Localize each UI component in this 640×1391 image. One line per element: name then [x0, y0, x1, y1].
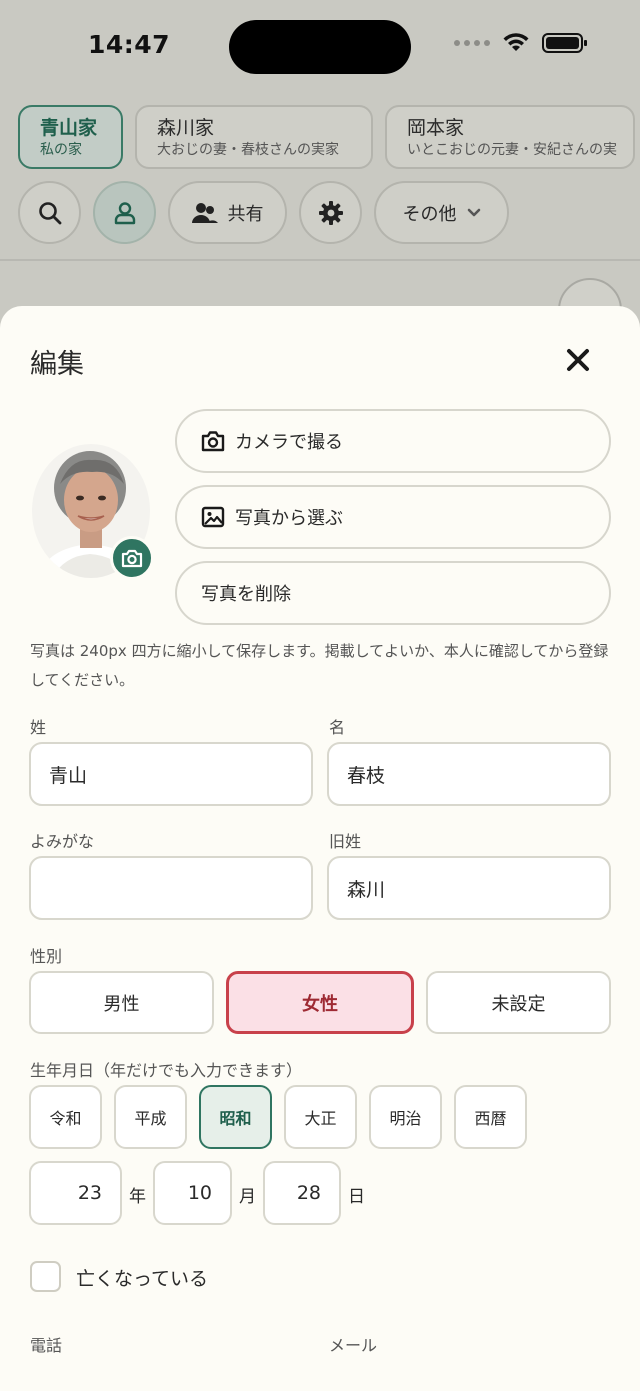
close-button[interactable] [560, 342, 596, 378]
family-tab-okamoto[interactable]: 岡本家 いとこおじの元妻・安紀さんの実 [385, 105, 635, 169]
family-tabs: 青山家 私の家 森川家 大おじの妻・春枝さんの実家 岡本家 いとこおじの元妻・安… [18, 105, 635, 169]
birth-month-input[interactable]: 10 [153, 1161, 232, 1225]
battery-icon [542, 33, 587, 53]
close-icon [567, 349, 589, 371]
family-tab-subtitle: 私の家 [40, 142, 82, 158]
share-people-icon [191, 202, 218, 223]
share-button[interactable]: 共有 [168, 181, 287, 244]
family-tab-morikawa[interactable]: 森川家 大おじの妻・春枝さんの実家 [135, 105, 373, 169]
image-icon [201, 506, 225, 528]
more-button[interactable]: その他 [374, 181, 509, 244]
cellular-signal-icon [454, 40, 490, 46]
status-time: 14:47 [88, 30, 171, 59]
gender-unset-button[interactable]: 未設定 [426, 971, 611, 1034]
take-photo-button[interactable]: カメラで撮る [175, 409, 611, 473]
toolbar: 共有 その他 [18, 181, 509, 244]
era-heisei-button[interactable]: 平成 [114, 1085, 187, 1149]
family-tab-subtitle: いとこおじの元妻・安紀さんの実 [407, 142, 617, 158]
era-reiwa-button[interactable]: 令和 [29, 1085, 102, 1149]
family-tab-aoyama[interactable]: 青山家 私の家 [18, 105, 123, 169]
choose-photo-label: 写真から選ぶ [235, 508, 343, 529]
email-label: メール [329, 1336, 378, 1355]
gender-label: 性別 [30, 947, 63, 966]
chevron-down-icon [467, 208, 480, 216]
photo-note: 写真は 240px 四方に縮小して保存します。掲載してよいか、本人に確認してから… [30, 642, 609, 689]
choose-photo-button[interactable]: 写真から選ぶ [175, 485, 611, 549]
era-showa-button[interactable]: 昭和 [199, 1085, 272, 1149]
person-icon [114, 201, 135, 224]
delete-photo-label: 写真を削除 [201, 584, 291, 605]
delete-photo-button[interactable]: 写真を削除 [175, 561, 611, 625]
deceased-checkbox[interactable] [30, 1261, 61, 1292]
era-meiji-button[interactable]: 明治 [369, 1085, 442, 1149]
wifi-icon [503, 33, 529, 51]
birth-day-input[interactable]: 28 [263, 1161, 341, 1225]
reading-label: よみがな [30, 832, 95, 851]
search-button[interactable] [18, 181, 81, 244]
era-taisho-button[interactable]: 大正 [284, 1085, 357, 1149]
last-name-label: 姓 [30, 718, 47, 737]
avatar-wrapper[interactable] [32, 444, 154, 580]
take-photo-label: カメラで撮る [235, 432, 343, 453]
more-label: その他 [402, 203, 457, 225]
status-bar: 14:47 [0, 0, 640, 90]
avatar-camera-badge[interactable] [110, 536, 154, 580]
share-label: 共有 [227, 203, 264, 225]
family-tab-name: 森川家 [157, 117, 215, 139]
sheet-title: 編集 [30, 349, 84, 380]
family-tab-subtitle: 大おじの妻・春枝さんの実家 [157, 142, 339, 158]
family-tab-name: 青山家 [40, 117, 98, 139]
edit-sheet: 編集 カメラで撮る 写真から選ぶ 写真を削除 写真は 240px 四方に縮小して… [0, 306, 640, 1391]
last-name-input[interactable] [29, 742, 313, 806]
birth-year-input[interactable]: 23 [29, 1161, 122, 1225]
camera-icon [201, 431, 225, 452]
maiden-name-label: 旧姓 [329, 832, 362, 851]
toolbar-divider [0, 259, 640, 261]
month-unit-label: 月 [239, 1187, 256, 1207]
gender-female-button[interactable]: 女性 [226, 971, 414, 1034]
reading-input[interactable] [29, 856, 313, 920]
first-name-label: 名 [329, 718, 346, 737]
maiden-name-input[interactable] [327, 856, 611, 920]
camera-icon [121, 549, 143, 568]
day-unit-label: 日 [348, 1187, 365, 1207]
first-name-input[interactable] [327, 742, 611, 806]
year-unit-label: 年 [129, 1187, 146, 1207]
phone-label: 電話 [30, 1336, 63, 1355]
birthday-label: 生年月日（年だけでも入力できます） [30, 1061, 303, 1080]
family-tab-name: 岡本家 [407, 117, 465, 139]
era-western-button[interactable]: 西暦 [454, 1085, 527, 1149]
status-icons [454, 32, 588, 54]
dynamic-island [229, 20, 411, 74]
deceased-label: 亡くなっている [76, 1268, 209, 1290]
search-icon [38, 201, 61, 224]
gender-male-button[interactable]: 男性 [29, 971, 214, 1034]
gear-icon [318, 200, 343, 225]
settings-button[interactable] [299, 181, 362, 244]
person-button[interactable] [93, 181, 156, 244]
